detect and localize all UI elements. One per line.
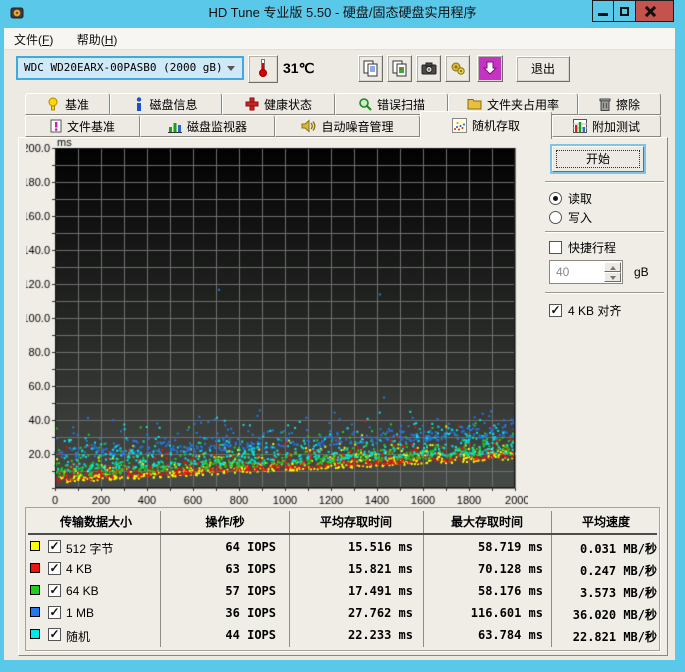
- temperature-value: 31℃: [283, 60, 315, 76]
- table-row-512b: ✓ 512 字节 64 IOPS 15.516 ms 58.719 ms 0.0…: [26, 537, 659, 559]
- read-radio[interactable]: 读取: [549, 190, 592, 207]
- series-checkbox[interactable]: ✓: [48, 584, 61, 597]
- extra-tests-icon: [572, 119, 587, 133]
- tab-aam[interactable]: 自动噪音管理: [275, 115, 420, 137]
- folder-icon: [467, 98, 482, 109]
- access-time-scatter-chart: [26, 138, 528, 513]
- short-stroke-size-input[interactable]: [550, 261, 602, 283]
- table-row-4kb: ✓ 4 KB 63 IOPS 15.821 ms 70.128 ms 0.247…: [26, 559, 659, 581]
- health-cross-icon: [245, 97, 259, 111]
- col-header-max-access: 最大存取时间: [450, 515, 523, 529]
- close-button[interactable]: [636, 0, 674, 22]
- minimize-button[interactable]: [592, 0, 614, 22]
- series-color-swatch: [30, 607, 40, 617]
- series-color-swatch: [30, 585, 40, 595]
- series-checkbox[interactable]: ✓: [48, 606, 61, 619]
- app-window: HD Tune 专业版 5.50 - 硬盘/固态硬盘实用程序 文件(F) 帮助(…: [0, 0, 685, 672]
- separator: [545, 181, 664, 183]
- scatter-icon: [451, 118, 467, 133]
- checkbox-unchecked-icon: [549, 241, 562, 254]
- spin-down-button[interactable]: [604, 272, 621, 282]
- tab-disk-monitor[interactable]: 磁盘监视器: [140, 115, 275, 137]
- exit-button[interactable]: 退出: [516, 56, 570, 82]
- tab-random-access[interactable]: 随机存取: [420, 111, 552, 139]
- results-table: 传输数据大小 操作/秒 平均存取时间 最大存取时间 平均速度 ✓ 512 字节 …: [25, 507, 660, 651]
- tab-disk-info[interactable]: 磁盘信息: [110, 93, 222, 115]
- series-color-swatch: [30, 563, 40, 573]
- info-icon: [137, 97, 142, 111]
- maximize-button[interactable]: [614, 0, 636, 22]
- copy-image-button[interactable]: [387, 55, 412, 82]
- short-stroke-size-field: [549, 260, 623, 284]
- series-checkbox[interactable]: ✓: [48, 540, 61, 553]
- start-button[interactable]: 开始: [552, 146, 644, 172]
- copy-image-icon: [392, 60, 406, 77]
- col-header-ops: 操作/秒: [205, 515, 245, 529]
- trash-icon: [599, 98, 611, 111]
- series-color-swatch: [30, 629, 40, 639]
- bar-monitor-icon: [167, 122, 182, 133]
- bulb-icon: [48, 97, 58, 111]
- maximize-icon: [620, 7, 629, 16]
- drive-select[interactable]: WDC WD20EARX-00PASB0 (2000 gB): [16, 56, 244, 80]
- temperature-button[interactable]: [248, 55, 278, 83]
- titlebar: HD Tune 专业版 5.50 - 硬盘/固态硬盘实用程序: [0, 0, 685, 28]
- file-benchmark-icon: [50, 119, 62, 133]
- screenshot-button[interactable]: [416, 55, 441, 82]
- table-row-random: ✓ 随机 44 IOPS 22.233 ms 63.784 ms 22.821 …: [26, 625, 659, 647]
- window-title: HD Tune 专业版 5.50 - 硬盘/固态硬盘实用程序: [208, 5, 477, 20]
- separator: [545, 231, 664, 233]
- short-stroke-unit: gB: [634, 265, 649, 279]
- radio-selected-icon: [549, 192, 562, 205]
- col-header-transfer-size: 传输数据大小: [59, 515, 132, 529]
- write-radio[interactable]: 写入: [549, 209, 592, 226]
- radio-unselected-icon: [549, 211, 562, 224]
- table-row-64kb: ✓ 64 KB 57 IOPS 17.491 ms 58.176 ms 3.57…: [26, 581, 659, 603]
- menu-file[interactable]: 文件(F): [4, 28, 63, 50]
- align-4kb-checkbox[interactable]: ✓ 4 KB 对齐: [549, 302, 621, 319]
- tab-extra-tests[interactable]: 附加测试: [552, 115, 661, 137]
- table-row-1mb: ✓ 1 MB 36 IOPS 27.762 ms 116.601 ms 36.0…: [26, 603, 659, 625]
- tab-benchmark[interactable]: 基准: [25, 93, 110, 115]
- short-stroke-checkbox[interactable]: 快捷行程: [549, 239, 616, 256]
- menu-bar: 文件(F) 帮助(H): [4, 28, 675, 50]
- tab-health[interactable]: 健康状态: [222, 93, 335, 115]
- tab-erase[interactable]: 擦除: [578, 93, 661, 115]
- options-button[interactable]: [445, 55, 470, 82]
- chevron-down-icon: [227, 66, 235, 71]
- down-arrow-icon: [482, 61, 498, 75]
- checkbox-checked-icon: ✓: [549, 303, 562, 317]
- magnifier-icon: [359, 98, 372, 111]
- copy-text-icon: [363, 60, 377, 77]
- separator: [545, 292, 664, 294]
- camera-icon: [421, 62, 436, 75]
- menu-help[interactable]: 帮助(H): [67, 28, 128, 50]
- copy-text-button[interactable]: [358, 55, 383, 82]
- tab-file-benchmark[interactable]: 文件基准: [25, 115, 140, 137]
- series-checkbox[interactable]: ✓: [48, 628, 61, 641]
- speaker-icon: [301, 119, 316, 133]
- minimize-icon: [598, 13, 608, 16]
- save-button[interactable]: [477, 55, 503, 82]
- series-color-swatch: [30, 541, 40, 551]
- col-header-avg-access: 平均存取时间: [319, 515, 392, 529]
- spin-up-button[interactable]: [604, 262, 621, 272]
- gears-icon: [451, 62, 465, 75]
- series-checkbox[interactable]: ✓: [48, 562, 61, 575]
- col-header-avg-speed: 平均速度: [581, 515, 630, 529]
- thermometer-icon: [258, 59, 268, 77]
